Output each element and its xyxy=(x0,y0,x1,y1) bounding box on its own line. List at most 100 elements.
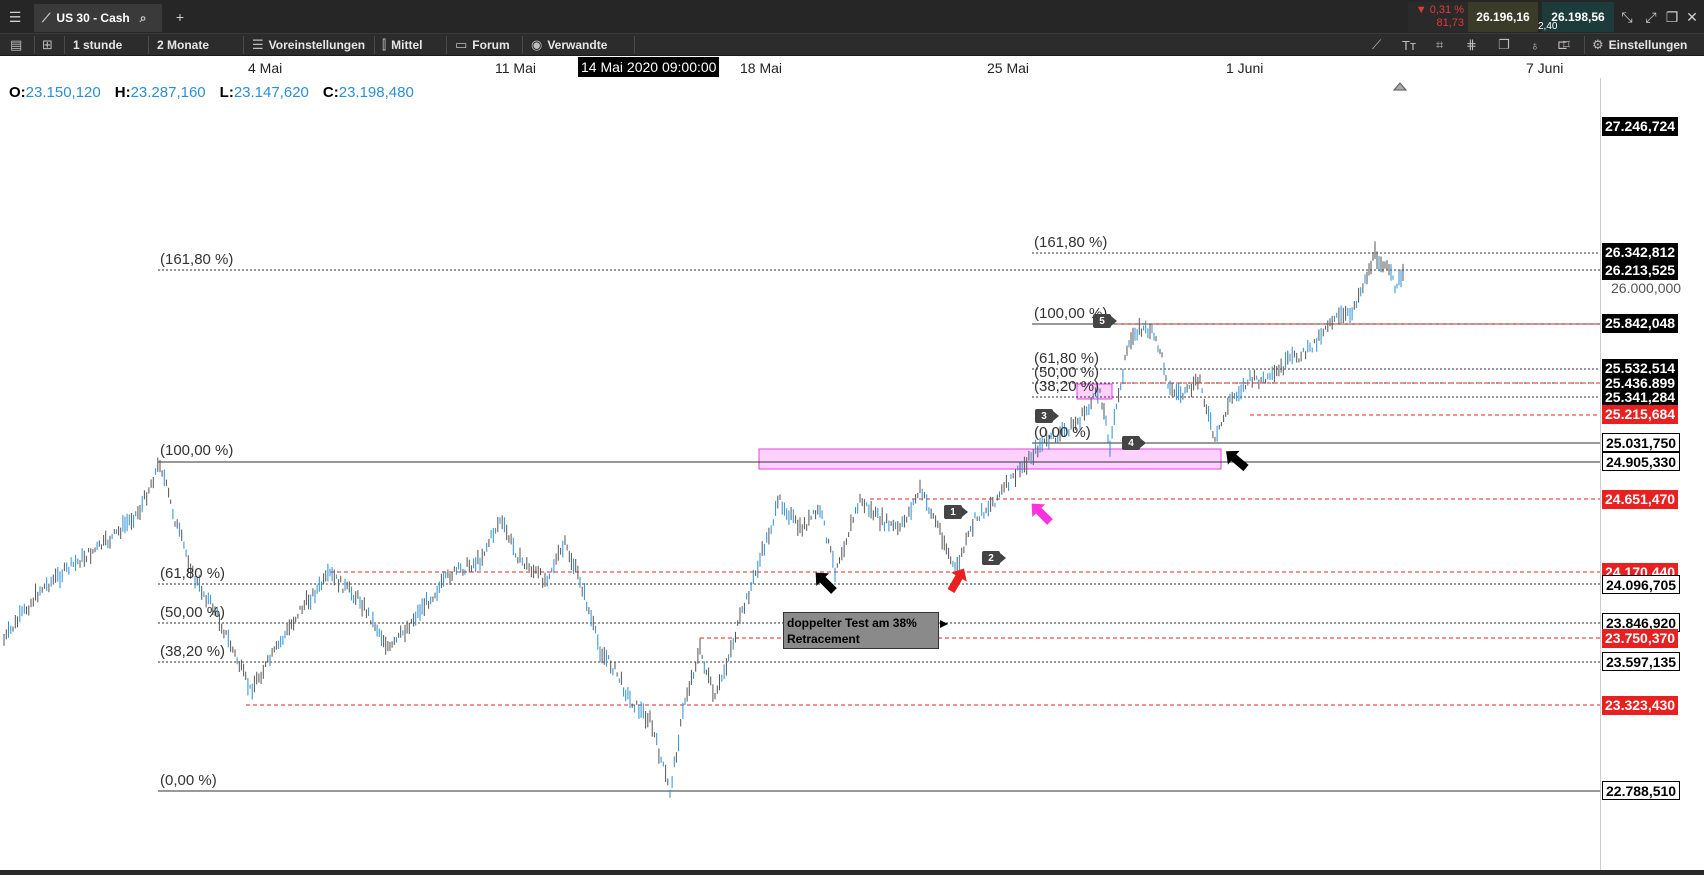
text-size-icon[interactable]: Tт xyxy=(1402,34,1416,56)
presets-button[interactable]: ☰ Voreinstellungen xyxy=(252,34,365,56)
layout-icon[interactable]: ▤ xyxy=(10,34,22,56)
annotation-line2: Retracement xyxy=(787,632,860,646)
fib-left-100: (100,00 %) xyxy=(160,442,234,459)
chart-toolbar: ▤ ⊞ 1 stunde 2 Monate ☰ Voreinstellungen … xyxy=(0,34,1704,56)
fib-right-38: (38,20 %) xyxy=(1034,378,1100,395)
open-label: O: xyxy=(9,84,26,101)
presets-label: Voreinstellungen xyxy=(268,38,366,52)
forum-button[interactable]: ▭ Forum xyxy=(455,34,510,56)
arrow-black-1 xyxy=(815,572,837,594)
annotation-line1: doppelter Test am 38% xyxy=(787,616,917,630)
interval-button[interactable]: 1 stunde xyxy=(73,34,122,56)
date-label: 18 Mai xyxy=(740,60,783,76)
fib-right-161: (161,80 %) xyxy=(1034,234,1108,251)
search-icon[interactable]: ⌕ xyxy=(140,11,147,26)
open-value: 23.150,120 xyxy=(25,84,101,101)
text-annotation[interactable]: doppelter Test am 38% Retracement xyxy=(783,612,939,649)
date-label: 1 Juni xyxy=(1226,60,1264,76)
grid-icon[interactable]: ⊞ xyxy=(42,34,53,56)
price-label: 24.096,705 xyxy=(1602,575,1681,594)
add-tab-button[interactable]: + xyxy=(170,0,190,34)
close-value: 23.198,480 xyxy=(338,84,414,101)
annotation-pointer xyxy=(940,620,948,628)
sliders-icon: ☰ xyxy=(252,37,264,52)
arrow-black-2 xyxy=(1226,450,1249,472)
bottom-bar xyxy=(0,870,1704,875)
arrow-magenta xyxy=(1031,503,1053,525)
fib-left-161: (161,80 %) xyxy=(160,251,234,268)
date-axis: 4 Mai 11 Mai 14 Mai 2020 09:00:00 18 Mai… xyxy=(0,56,1600,78)
price-label: 26.342,812 xyxy=(1602,243,1679,262)
forum-label: Forum xyxy=(472,38,510,52)
draw-line-icon[interactable]: ⟋ xyxy=(1372,34,1381,56)
date-label: 25 Mai xyxy=(987,60,1030,76)
wave-tag-5: 5 xyxy=(1093,314,1117,328)
range-label: 2 Monate xyxy=(157,38,210,52)
ohlc-readout: O:23.150,120 H:23.287,160 L:23.147,620 C… xyxy=(9,84,414,101)
scroll-marker-icon[interactable] xyxy=(1392,82,1408,91)
candlestick-icon: ⫿ xyxy=(382,37,387,52)
price-label: 22.788,510 xyxy=(1602,781,1681,800)
chart-line-icon: ⟋ xyxy=(42,10,51,25)
windows-icon[interactable]: ❐ xyxy=(1498,34,1510,56)
related-label: Verwandte xyxy=(547,38,608,52)
date-label: 7 Juni xyxy=(1526,60,1564,76)
fib-right-0: (0,00 %) xyxy=(1034,424,1091,441)
low-label: L: xyxy=(219,84,234,101)
top-bar: ☰ ⟋ US 30 - Cash ⌕ + ▼ 0,31 % 81,73 26.1… xyxy=(0,0,1704,34)
fib-left-38: (38,20 %) xyxy=(160,643,226,660)
fib-left-lines xyxy=(158,269,1600,792)
change-percent: ▼ 0,31 % xyxy=(1415,4,1464,16)
quote-box: ▼ 0,31 % 81,73 26.196,16 26.198,56 2,40 xyxy=(1408,2,1614,32)
price-label-red: 23.323,430 xyxy=(1602,696,1679,715)
price-tick: 26.000,000 xyxy=(1611,280,1682,296)
price-label: 25.031,750 xyxy=(1602,433,1681,452)
alert-icon[interactable]: ♁ xyxy=(1530,34,1540,56)
price-label: 25.842,048 xyxy=(1602,314,1679,333)
price-label-red: 25.215,684 xyxy=(1602,405,1679,424)
menu-icon[interactable]: ☰ xyxy=(0,0,30,34)
settings-button[interactable]: ⚙ Einstellungen xyxy=(1592,34,1687,56)
resistance-zone xyxy=(758,448,1222,470)
instrument-tab[interactable]: ⟋ US 30 - Cash ⌕ xyxy=(34,4,162,32)
settings-label: Einstellungen xyxy=(1608,38,1688,52)
chat-icon: ▭ xyxy=(455,37,468,52)
indicator-icon[interactable]: ⋕ xyxy=(1466,34,1477,56)
price-label-red: 23.750,370 xyxy=(1602,629,1679,648)
fib-left-61: (61,80 %) xyxy=(160,565,226,582)
wave-tag-1: 1 xyxy=(944,505,968,519)
price-chart[interactable] xyxy=(0,78,1600,870)
bid-price[interactable]: 26.196,16 xyxy=(1468,2,1538,32)
minimize-icon[interactable]: ⤡ xyxy=(1616,0,1638,34)
gear-icon: ⚙ xyxy=(1592,37,1604,52)
price-label-red: 24.651,470 xyxy=(1602,490,1679,509)
candles-button[interactable]: ⫿ Mittel xyxy=(382,34,423,56)
fib-left-50: (50,00 %) xyxy=(160,604,226,621)
crosshair-date: 14 Mai 2020 09:00:00 xyxy=(578,57,720,77)
tag-icon[interactable]: ⌑ xyxy=(1563,34,1570,56)
price-label: 24.905,330 xyxy=(1602,452,1681,471)
related-button[interactable]: ◉ Verwandte xyxy=(531,34,607,56)
close-icon[interactable]: ✕ xyxy=(1682,0,1702,34)
trading-app: ☰ ⟋ US 30 - Cash ⌕ + ▼ 0,31 % 81,73 26.1… xyxy=(0,0,1704,875)
eye-icon: ◉ xyxy=(531,37,543,52)
price-change: ▼ 0,31 % 81,73 xyxy=(1408,2,1468,32)
high-label: H: xyxy=(114,84,131,101)
date-label: 11 Mai xyxy=(495,60,536,76)
wave-tag-2: 2 xyxy=(982,551,1006,565)
price-label-top: 27.246,724 xyxy=(1602,117,1679,136)
candle-series xyxy=(3,241,1404,798)
range-button[interactable]: 2 Monate xyxy=(157,34,209,56)
spread-value: 2,40 xyxy=(1538,21,1558,32)
crosshair-icon[interactable]: ⌗ xyxy=(1436,34,1443,56)
fib-left-0: (0,00 %) xyxy=(160,772,217,789)
candles-label: Mittel xyxy=(391,38,423,52)
wave-tag-4: 4 xyxy=(1122,436,1146,450)
price-label: 26.213,525 xyxy=(1602,261,1679,280)
interval-label: 1 stunde xyxy=(73,38,123,52)
maximize-icon[interactable]: ⤢ xyxy=(1640,0,1662,34)
price-label: 23.597,135 xyxy=(1602,652,1681,671)
date-label: 4 Mai xyxy=(248,60,283,76)
restore-icon[interactable]: ❐ xyxy=(1661,0,1683,34)
high-value: 23.287,160 xyxy=(130,84,206,101)
